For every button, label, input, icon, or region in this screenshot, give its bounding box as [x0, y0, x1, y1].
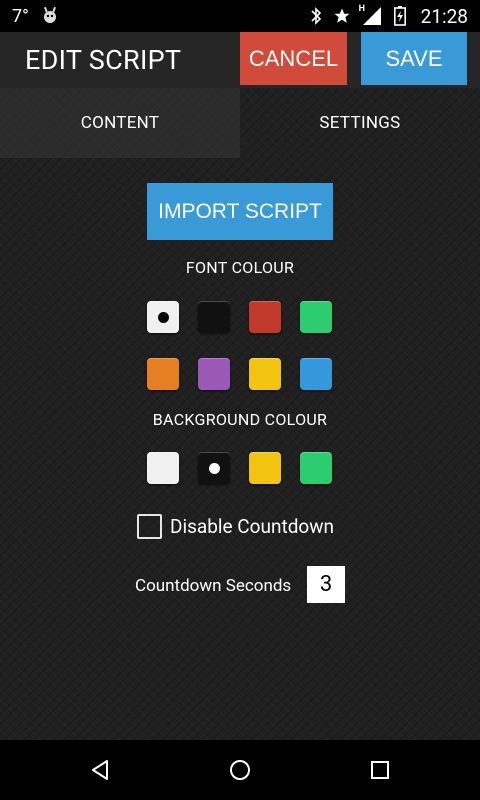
battery-icon — [391, 6, 409, 26]
tab-bar: CONTENT SETTINGS — [0, 88, 480, 158]
bluetooth-icon — [307, 7, 325, 25]
back-icon[interactable] — [80, 750, 120, 790]
bg-swatch-white[interactable] — [147, 452, 179, 484]
network-badge: H — [358, 4, 366, 14]
font-swatch-orange[interactable] — [147, 358, 179, 390]
background-colour-label: BACKGROUND COLOUR — [152, 410, 328, 429]
star-icon — [333, 7, 351, 25]
android-debug-icon — [41, 7, 59, 25]
font-swatch-green[interactable] — [300, 301, 332, 333]
bg-swatch-black[interactable] — [198, 452, 230, 484]
page-title: EDIT SCRIPT — [25, 44, 182, 76]
status-bar: 7° H 21:28 — [0, 0, 480, 32]
import-script-button[interactable]: IMPORT SCRIPT — [147, 183, 333, 240]
bg-swatch-green[interactable] — [300, 452, 332, 484]
signal-icon: H — [358, 4, 383, 25]
save-button[interactable]: SAVE — [361, 32, 467, 85]
clock-time: 21:28 — [420, 4, 468, 28]
recents-icon[interactable] — [360, 750, 400, 790]
bg-swatch-yellow[interactable] — [249, 452, 281, 484]
countdown-seconds-label: Countdown Seconds — [135, 576, 292, 596]
font-swatch-yellow[interactable] — [249, 358, 281, 390]
tab-settings[interactable]: SETTINGS — [240, 88, 480, 158]
font-swatch-blue[interactable] — [300, 358, 332, 390]
countdown-seconds-input[interactable]: 3 — [307, 566, 345, 603]
font-swatch-purple[interactable] — [198, 358, 230, 390]
selected-indicator — [208, 462, 220, 474]
home-icon[interactable] — [220, 750, 260, 790]
font-swatch-red[interactable] — [249, 301, 281, 333]
navigation-bar — [0, 740, 480, 800]
font-colour-label: FONT COLOUR — [185, 258, 295, 277]
font-swatch-black[interactable] — [198, 301, 230, 333]
disable-countdown-label: Disable Countdown — [170, 515, 335, 538]
font-swatch-white[interactable] — [147, 301, 179, 333]
selected-indicator — [157, 311, 169, 323]
cancel-button[interactable]: CANCEL — [240, 32, 347, 85]
tab-content[interactable]: CONTENT — [0, 88, 240, 158]
temperature-text: 7° — [12, 5, 29, 27]
disable-countdown-checkbox[interactable] — [137, 514, 162, 539]
